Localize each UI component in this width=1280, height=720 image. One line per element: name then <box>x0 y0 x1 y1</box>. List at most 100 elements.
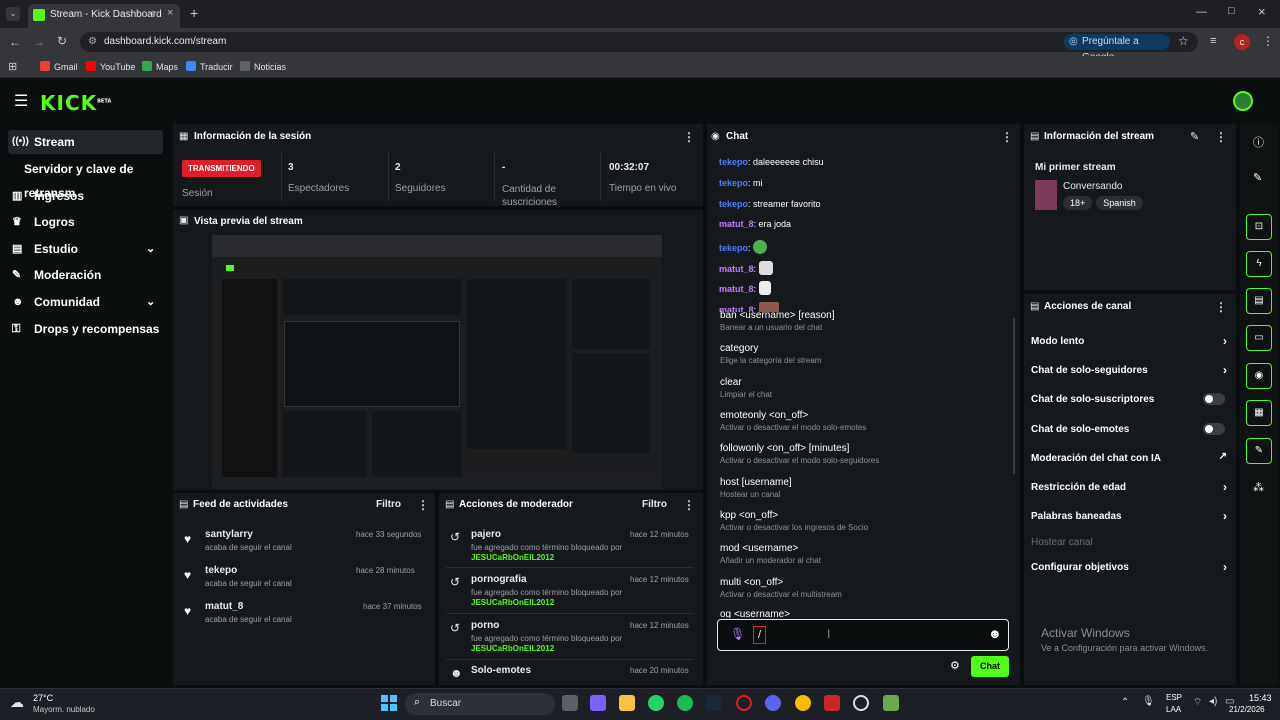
chat-user[interactable]: tekepo <box>719 199 748 209</box>
ask-google-button[interactable]: ◎ Pregúntale a Google <box>1064 34 1170 63</box>
bookmark-star-icon[interactable]: ☆ <box>1178 34 1189 48</box>
hamburger-menu-icon[interactable]: ☰ <box>14 91 28 111</box>
reading-list-icon[interactable]: ≡ <box>1210 35 1216 47</box>
profile-avatar[interactable]: c <box>1234 34 1250 50</box>
stream-category[interactable]: Conversando <box>1063 181 1122 192</box>
subs-only-toggle[interactable] <box>1203 393 1225 405</box>
suggestions-scrollbar[interactable] <box>1013 318 1015 474</box>
bookmark-traducir[interactable]: Traducir <box>186 61 233 72</box>
browser-tab-active[interactable]: Stream - Kick Dashboard ♪ × <box>28 4 180 28</box>
command-item[interactable]: multi <on_off> Activar o desactivar el mu… <box>720 577 1010 599</box>
maximize-icon[interactable]: □ <box>1228 5 1235 17</box>
rail-broadcast-icon[interactable]: ◉ <box>1246 363 1272 389</box>
pencil-icon[interactable]: ✎ <box>1253 171 1262 184</box>
steam-icon[interactable] <box>706 695 722 711</box>
modactions-menu-icon[interactable]: ⋮ <box>683 498 695 512</box>
command-item[interactable]: followonly <on_off> [minutes] Activar o d… <box>720 443 1010 465</box>
kick-logo[interactable]: KICKBETA <box>40 91 111 115</box>
rail-wrench-icon[interactable]: ✎ <box>1246 438 1272 464</box>
chat-user[interactable]: matut_8 <box>719 284 754 294</box>
audio-icon[interactable]: ♪ <box>150 8 155 19</box>
whatsapp-icon[interactable] <box>648 695 664 711</box>
site-info-icon[interactable]: ⚙ <box>88 36 97 47</box>
chat-user[interactable]: matut_8 <box>719 219 754 229</box>
weather-icon[interactable]: ☁ <box>10 694 24 711</box>
command-item[interactable]: mod <username> Añadir un moderador al cha… <box>720 543 1010 565</box>
spotify-icon[interactable] <box>677 695 693 711</box>
sidebar-item-server-key[interactable]: Servidor y clave de retransm <box>8 157 163 200</box>
sidebar-item-drops[interactable]: ⚿ Drops y recompensas <box>8 317 163 341</box>
file-explorer-icon[interactable] <box>619 695 635 711</box>
command-item[interactable]: clear Limpiar el chat <box>720 377 1010 399</box>
streaminfo-menu-icon[interactable]: ⋮ <box>1215 130 1227 144</box>
reload-icon[interactable]: ↻ <box>57 34 67 48</box>
sidebar-item-ingresos[interactable]: ▥ Ingresos <box>8 184 163 208</box>
rail-list-icon[interactable]: ▤ <box>1246 288 1272 314</box>
rail-layout-icon[interactable]: ▦ <box>1246 400 1272 426</box>
apps-grid-icon[interactable]: ⊞ <box>8 60 17 73</box>
forward-icon[interactable]: → <box>33 35 45 49</box>
sidebar-item-moderacion[interactable]: ✎ Moderación <box>8 263 163 287</box>
chat-user[interactable]: matut_8 <box>719 264 754 274</box>
action-followers-only[interactable]: Chat de solo-seguidores › <box>1031 363 1227 377</box>
chat-input[interactable]: 🎙 / I ☻ <box>717 619 1009 651</box>
chat-menu-icon[interactable]: ⋮ <box>1001 130 1013 144</box>
minecraft-icon[interactable] <box>883 695 899 711</box>
session-menu-icon[interactable]: ⋮ <box>683 130 695 144</box>
task-view-icon[interactable] <box>562 695 578 711</box>
bookmark-gmail[interactable]: Gmail <box>40 61 78 72</box>
discord-icon[interactable] <box>765 695 781 711</box>
chat-user[interactable]: tekepo <box>719 157 748 167</box>
wifi-icon[interactable]: ⌔ <box>1193 696 1202 709</box>
action-banned-words[interactable]: Palabras baneadas › <box>1031 509 1227 523</box>
tab-list-button[interactable]: ⌄ <box>6 7 20 21</box>
action-slow-mode[interactable]: Modo lento › <box>1031 334 1227 348</box>
chat-input-text[interactable]: / <box>753 626 767 644</box>
action-age-restriction[interactable]: Restricción de edad › <box>1031 480 1227 494</box>
chat-user[interactable]: tekepo <box>719 243 748 253</box>
undo-icon[interactable]: ↺ <box>450 530 460 544</box>
action-ai-moderation[interactable]: Moderación del chat con IA ↗ <box>1031 451 1227 464</box>
microphone-icon[interactable]: 🎙 <box>730 627 745 641</box>
chat-send-button[interactable]: Chat <box>971 656 1009 677</box>
new-tab-icon[interactable]: + <box>190 5 198 21</box>
obs-icon[interactable] <box>853 695 869 711</box>
stream-preview-video[interactable] <box>212 235 662 489</box>
action-goals[interactable]: Configurar objetivos › <box>1031 560 1227 574</box>
close-window-icon[interactable]: × <box>1258 4 1266 19</box>
windows-start-icon[interactable] <box>381 695 397 711</box>
url-field[interactable]: ⚙ dashboard.kick.com/stream <box>80 32 1198 52</box>
command-item[interactable]: category Elige la categoría del stream <box>720 343 1010 365</box>
emoji-picker-icon[interactable]: ☻ <box>988 626 1002 641</box>
bookmark-maps[interactable]: Maps <box>142 61 178 72</box>
modactions-filter-button[interactable]: Filtro <box>642 499 667 510</box>
copilot-icon[interactable] <box>590 695 606 711</box>
back-icon[interactable]: ← <box>9 35 21 49</box>
rail-users-icon[interactable]: ⁂ <box>1253 481 1264 494</box>
command-item[interactable]: host [username] Hostear un canal <box>720 477 1010 499</box>
browser-menu-icon[interactable]: ⋮ <box>1262 34 1274 48</box>
sidebar-item-estudio[interactable]: ▤ Estudio ⌄ <box>8 237 163 261</box>
clock-time[interactable]: 15:43 <box>1249 693 1272 703</box>
command-item[interactable]: emoteonly <on_off> Activar o desactivar e… <box>720 410 1010 432</box>
edit-icon[interactable]: ✎ <box>1190 130 1199 143</box>
sidebar-item-comunidad[interactable]: ☻ Comunidad ⌄ <box>8 290 163 314</box>
action-emotes-only[interactable]: Chat de solo-emotes <box>1031 423 1227 435</box>
feed-user[interactable]: tekepo <box>205 565 237 576</box>
sidebar-item-stream[interactable]: ((•)) Stream <box>8 130 163 154</box>
bookmark-youtube[interactable]: YouTube <box>86 61 135 72</box>
feed-user[interactable]: santylarry <box>205 529 253 540</box>
close-tab-icon[interactable]: × <box>167 7 173 19</box>
lang-code[interactable]: ESP <box>1166 693 1182 702</box>
command-item[interactable]: ban <username> [reason] Banear a un usuar… <box>720 310 1010 332</box>
rail-lightning-icon[interactable]: ϟ <box>1246 251 1272 277</box>
app-icon[interactable] <box>824 695 840 711</box>
rail-focus-icon[interactable]: ⊡ <box>1246 214 1272 240</box>
command-item[interactable]: kpp <on_off> Activar o desactivar los ing… <box>720 510 1010 532</box>
mod-by[interactable]: JESUCaRbOnEIL2012 <box>471 598 554 607</box>
chat-user[interactable]: tekepo <box>719 178 748 188</box>
chrome-icon[interactable] <box>795 695 811 711</box>
feed-user[interactable]: matut_8 <box>205 601 243 612</box>
sidebar-item-logros[interactable]: ♛ Logros <box>8 210 163 234</box>
feed-filter-button[interactable]: Filtro <box>376 499 401 510</box>
